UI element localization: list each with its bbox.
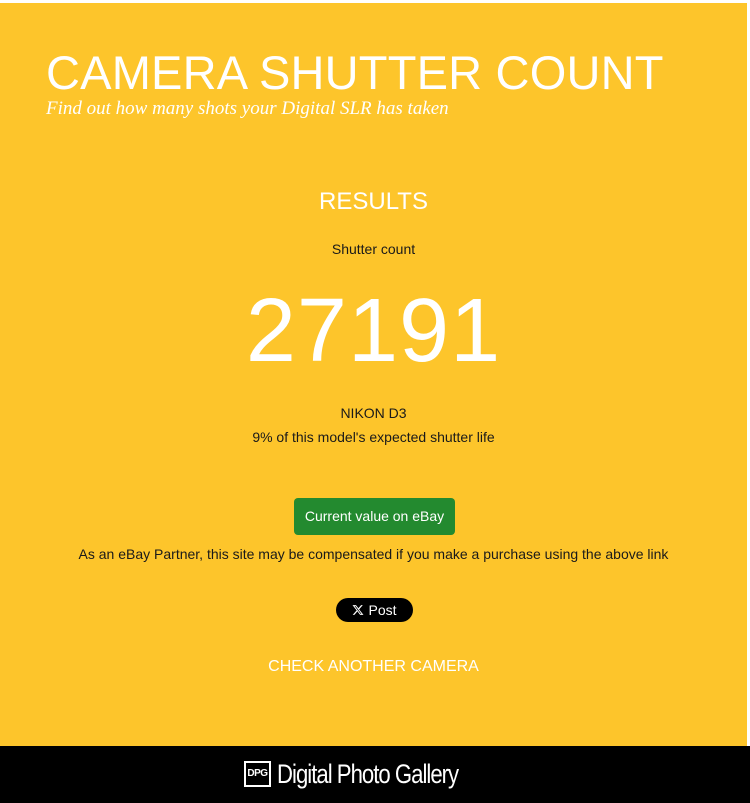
- dpg-logo-icon: DPG: [244, 761, 271, 787]
- check-another-camera-link[interactable]: CHECK ANOTHER CAMERA: [0, 657, 747, 677]
- site-tagline: Find out how many shots your Digital SLR…: [46, 98, 449, 119]
- main-panel: CAMERA SHUTTER COUNT Find out how many s…: [0, 3, 747, 746]
- x-logo-icon: [352, 605, 364, 615]
- ebay-value-button[interactable]: Current value on eBay: [294, 498, 455, 535]
- camera-model: NIKON D3: [340, 405, 407, 421]
- shutter-count-value: 27191: [245, 281, 502, 381]
- shutter-count-label: Shutter count: [331, 241, 416, 257]
- ebay-partner-disclaimer: As an eBay Partner, this site may be com…: [78, 546, 669, 562]
- footer: DPG Digital Photo Gallery: [0, 746, 750, 803]
- post-button[interactable]: Post: [336, 598, 413, 622]
- site-title: CAMERA SHUTTER COUNT: [46, 46, 664, 99]
- results-heading: RESULTS: [319, 188, 428, 215]
- footer-brand[interactable]: DPG Digital Photo Gallery: [244, 755, 498, 793]
- footer-brand-name: Digital Photo Gallery: [277, 759, 459, 789]
- post-button-label: Post: [368, 602, 397, 618]
- shutter-life-text: 9% of this model's expected shutter life: [252, 429, 495, 445]
